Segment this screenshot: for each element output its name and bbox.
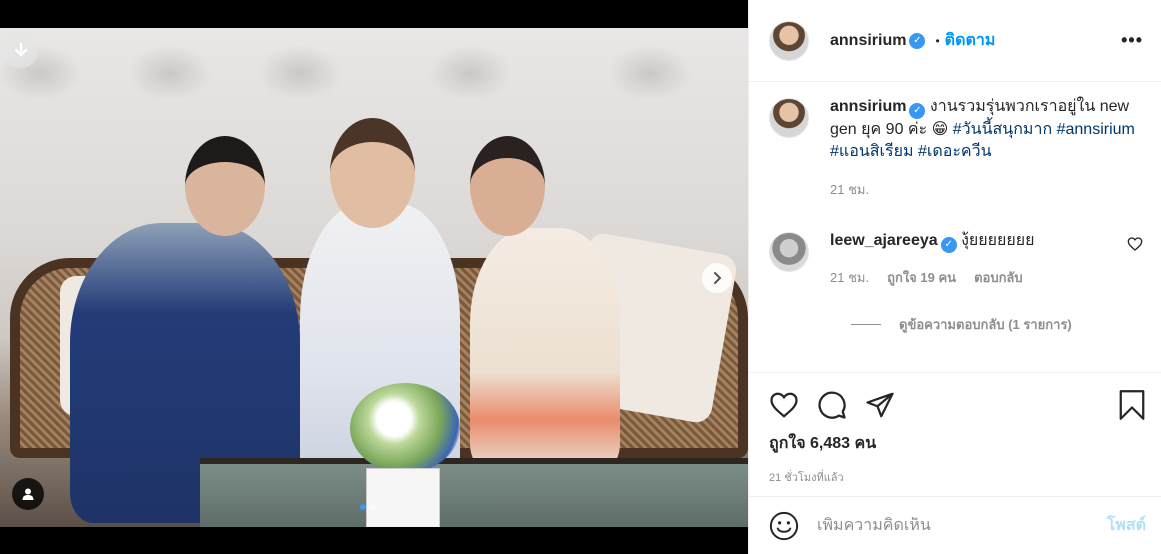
avatar[interactable] [769, 20, 809, 61]
comment-meta: 21 ชม. ถูกใจ 19 คน ตอบกลับ [830, 267, 1119, 288]
comment-item: leew_ajareeya ✓ งุ้ยยยยยยย 21 ชม. ถูกใจ 1… [769, 230, 1143, 288]
like-button[interactable] [769, 390, 799, 420]
separator-bullet: • [935, 33, 940, 48]
post-comment-button[interactable]: โพสต์ [1107, 513, 1146, 538]
emoji-icon [769, 511, 799, 540]
more-options-icon[interactable]: ••• [1121, 30, 1143, 51]
divider [851, 324, 881, 325]
comment-time[interactable]: 21 ชม. [830, 267, 869, 288]
action-bar [749, 373, 1161, 423]
likes-count[interactable]: ถูกใจ 6,483 คน [749, 423, 1161, 456]
carousel-dot [370, 504, 376, 510]
reply-button[interactable]: ตอบกลับ [974, 267, 1023, 288]
post-actions-section: ถูกใจ 6,483 คน 21 ชั่วโมงที่แล้ว [749, 372, 1161, 486]
post-timestamp[interactable]: 21 ชั่วโมงที่แล้ว [749, 456, 1161, 486]
comments-section[interactable]: annsirium ✓ งานรวมรุ่นพวกเราอยู่ใน new ge… [749, 82, 1161, 372]
hashtag-link[interactable]: #เดอะควีน [918, 143, 992, 160]
heart-icon [770, 392, 798, 418]
comment-text: leew_ajareeya ✓ งุ้ยยยยยยย [830, 230, 1119, 253]
download-button[interactable] [4, 34, 38, 68]
follow-button[interactable]: ติดตาม [945, 28, 996, 53]
hashtag-link[interactable]: #annsirium [1057, 121, 1135, 138]
caption-meta: 21 ชม. [830, 179, 1143, 200]
flower-bouquet [350, 383, 460, 473]
emoji-button[interactable] [769, 511, 799, 541]
share-button[interactable] [865, 390, 895, 420]
hashtag-link[interactable]: #วันนี้สนุกมาก [953, 121, 1052, 138]
bookmark-icon [1119, 390, 1145, 420]
hashtag-link[interactable]: #แอนสิเรียม [830, 143, 914, 160]
save-button[interactable] [1118, 390, 1146, 420]
post-header: annsirium ✓ • ติดตาม ••• [749, 0, 1161, 82]
verified-badge-icon: ✓ [909, 32, 926, 49]
header-username[interactable]: annsirium [830, 32, 906, 50]
comment-button[interactable] [817, 390, 847, 420]
person-right-head [470, 136, 545, 236]
post-media[interactable] [0, 0, 748, 554]
comment-icon [818, 391, 846, 419]
caption-time[interactable]: 21 ชม. [830, 179, 869, 200]
flower-box [366, 468, 440, 527]
caption-username[interactable]: annsirium [830, 98, 906, 115]
carousel-indicator [360, 504, 376, 510]
coffee-table [200, 458, 748, 527]
comment-input[interactable] [817, 516, 1107, 535]
verified-badge-icon: ✓ [940, 237, 957, 253]
avatar[interactable] [769, 232, 809, 272]
curtain-decoration [0, 28, 748, 98]
comment-likes[interactable]: ถูกใจ 19 คน [887, 267, 956, 288]
comment-like-button[interactable] [1127, 236, 1143, 257]
view-replies-button[interactable]: ดูข้อความตอบกลับ (1 รายการ) [851, 314, 1143, 335]
comment-username[interactable]: leew_ajareeya [830, 232, 938, 249]
chevron-right-icon [714, 272, 721, 284]
caption-text: annsirium ✓ งานรวมรุ่นพวกเราอยู่ใน new ge… [830, 96, 1143, 163]
share-icon [866, 392, 894, 418]
user-tags-button[interactable] [12, 478, 44, 510]
download-icon [14, 42, 28, 57]
person-right [470, 228, 620, 468]
post-side-panel: annsirium ✓ • ติดตาม ••• annsirium ✓ งานร… [748, 0, 1161, 554]
add-comment-bar: โพสต์ [749, 496, 1161, 554]
heart-icon [1127, 237, 1143, 251]
verified-badge-icon: ✓ [909, 103, 926, 119]
user-tag-icon [22, 488, 34, 500]
next-slide-button[interactable] [702, 263, 732, 293]
person-center-head [330, 118, 415, 228]
view-replies-label: ดูข้อความตอบกลับ (1 รายการ) [899, 317, 1072, 332]
avatar[interactable] [769, 98, 809, 138]
post-photo[interactable] [0, 28, 748, 527]
person-left-head [185, 136, 265, 236]
comment-body: งุ้ยยยยยยย [956, 232, 1035, 249]
carousel-dot [360, 504, 366, 510]
caption: annsirium ✓ งานรวมรุ่นพวกเราอยู่ใน new ge… [769, 96, 1143, 200]
